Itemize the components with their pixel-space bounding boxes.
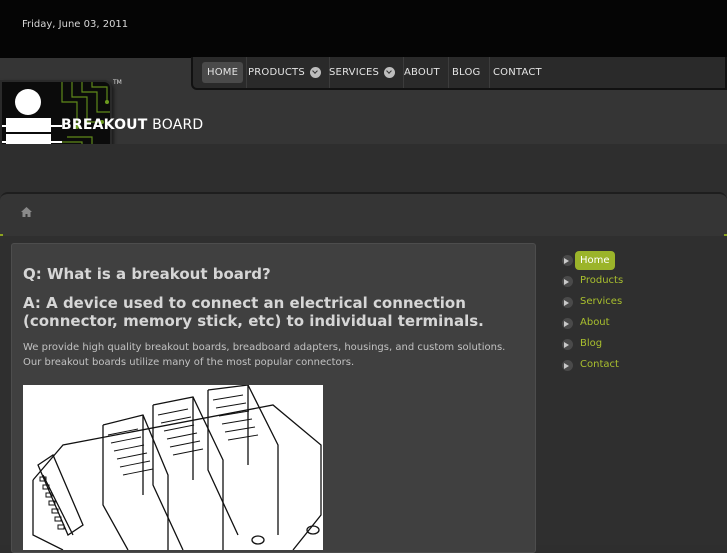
top-bar: Friday, June 03, 2011 bbox=[0, 0, 727, 58]
nav-products[interactable]: PRODUCTS bbox=[240, 57, 330, 88]
nav-services[interactable]: SERVICES bbox=[321, 57, 405, 88]
question-heading: Q: What is a breakout board? bbox=[23, 265, 271, 283]
arrow-bullet-icon bbox=[562, 276, 573, 287]
sidebar-item-label: Blog bbox=[580, 338, 603, 349]
home-icon[interactable] bbox=[21, 207, 32, 217]
sidebar-item-label: Services bbox=[580, 296, 623, 307]
sidebar-item-label: Products bbox=[580, 275, 624, 286]
breadcrumb bbox=[0, 192, 727, 236]
arrow-bullet-icon bbox=[562, 318, 573, 329]
main-nav: HOME PRODUCTS SERVICES ABOUT BLOG CONTAC… bbox=[191, 57, 727, 90]
breakout-board-illustration bbox=[23, 385, 323, 550]
logo-word-breakout: BREAKOUT bbox=[61, 117, 148, 133]
answer-heading: A: A device used to connect an electrica… bbox=[23, 294, 484, 330]
sidebar-item-label: Home bbox=[575, 251, 615, 270]
sidebar-item-contact[interactable]: Contact bbox=[560, 355, 710, 375]
header-spacer bbox=[0, 144, 727, 194]
nav-blog[interactable]: BLOG bbox=[444, 57, 490, 88]
sidebar-item-services[interactable]: Services bbox=[560, 292, 710, 312]
sidebar-item-home[interactable]: Home bbox=[560, 250, 710, 270]
sidebar-item-products[interactable]: Products bbox=[560, 271, 710, 291]
nav-about[interactable]: ABOUT bbox=[396, 57, 449, 88]
nav-contact-label: CONTACT bbox=[493, 67, 542, 78]
sidebar-item-about[interactable]: About bbox=[560, 313, 710, 333]
logo-word-board: BOARD bbox=[152, 117, 204, 133]
arrow-bullet-icon bbox=[562, 339, 573, 350]
nav-home-label: HOME bbox=[202, 62, 244, 83]
chevron-down-icon bbox=[309, 67, 321, 78]
arrow-bullet-icon bbox=[562, 255, 573, 266]
trademark-mark: TM bbox=[113, 79, 122, 86]
nav-about-label: ABOUT bbox=[404, 67, 440, 78]
sidebar-item-label: About bbox=[580, 317, 610, 328]
logo-wordmark[interactable]: BREAKOUT BOARD bbox=[61, 117, 203, 133]
sidebar-item-label: Contact bbox=[580, 359, 619, 370]
intro-paragraph: We provide high quality breakout boards,… bbox=[23, 342, 506, 368]
arrow-bullet-icon bbox=[562, 297, 573, 308]
chevron-down-icon bbox=[384, 67, 396, 78]
nav-contact[interactable]: CONTACT bbox=[485, 57, 550, 88]
nav-services-label: SERVICES bbox=[329, 67, 380, 78]
nav-products-label: PRODUCTS bbox=[248, 67, 305, 78]
nav-blog-label: BLOG bbox=[452, 67, 481, 78]
current-date: Friday, June 03, 2011 bbox=[22, 19, 129, 30]
sidebar-item-blog[interactable]: Blog bbox=[560, 334, 710, 354]
arrow-bullet-icon bbox=[562, 360, 573, 371]
